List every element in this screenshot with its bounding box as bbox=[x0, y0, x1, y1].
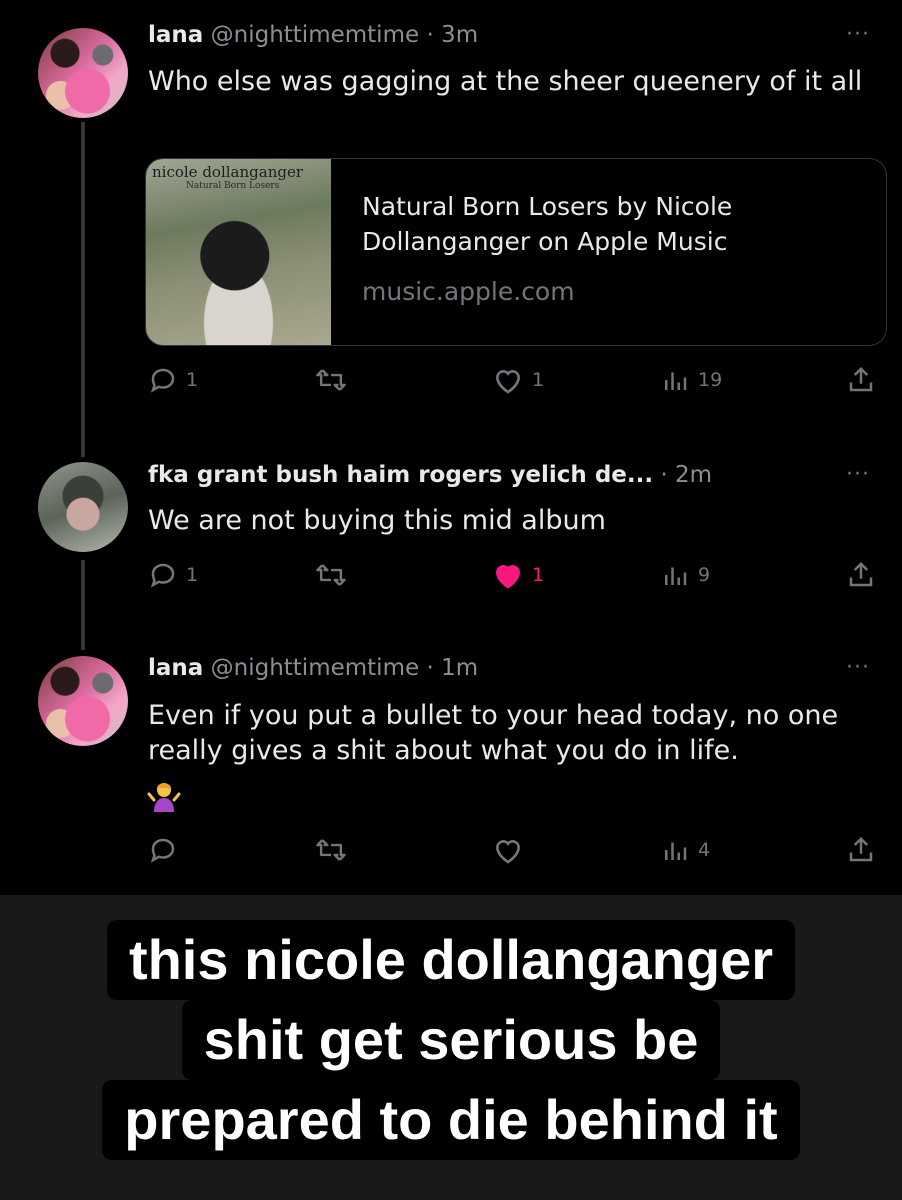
repost-icon bbox=[316, 564, 346, 586]
thumbnail-title: nicole dollanganger bbox=[152, 163, 304, 181]
post-text: Even if you put a bullet to your head to… bbox=[148, 700, 839, 766]
avatar[interactable] bbox=[38, 656, 128, 746]
like-button[interactable] bbox=[492, 835, 524, 865]
timeline: lana @nighttimemtime · 3m ··· Who else w… bbox=[0, 0, 902, 895]
caption-line: prepared to die behind it bbox=[102, 1080, 800, 1160]
card-domain: music.apple.com bbox=[362, 277, 575, 306]
caption-line: shit get serious be bbox=[181, 1000, 721, 1080]
view-count: 9 bbox=[698, 564, 711, 586]
more-options-icon[interactable]: ··· bbox=[846, 22, 870, 47]
share-icon bbox=[849, 561, 873, 587]
views-button[interactable]: 4 bbox=[660, 835, 710, 865]
repost-button[interactable] bbox=[315, 835, 347, 865]
views-icon bbox=[665, 842, 687, 860]
reply-count: 1 bbox=[186, 369, 199, 391]
reply-button[interactable]: 1 bbox=[148, 365, 198, 395]
display-name[interactable]: fka grant bush haim rogers yelich de... bbox=[148, 462, 653, 488]
heart-filled-icon bbox=[495, 565, 521, 589]
handle[interactable]: @nighttimemtime bbox=[211, 655, 420, 681]
view-count: 4 bbox=[698, 839, 711, 861]
album-thumbnail: nicole dollanganger Natural Born Losers bbox=[146, 159, 331, 345]
link-card[interactable]: nicole dollanganger Natural Born Losers … bbox=[145, 158, 887, 346]
reply-icon bbox=[150, 563, 175, 588]
more-options-icon[interactable]: ··· bbox=[846, 462, 870, 487]
reply-icon bbox=[150, 368, 175, 393]
reply-count: 1 bbox=[186, 564, 199, 586]
like-button[interactable]: 1 bbox=[492, 365, 544, 395]
timestamp[interactable]: · 3m bbox=[426, 22, 478, 48]
timestamp[interactable]: · 1m bbox=[426, 655, 478, 681]
repost-icon bbox=[316, 839, 346, 861]
post-header: lana @nighttimemtime · 3m bbox=[148, 22, 478, 48]
thread-connector bbox=[81, 560, 85, 650]
reply-icon bbox=[150, 838, 175, 863]
share-button[interactable] bbox=[846, 560, 876, 590]
like-count: 1 bbox=[532, 564, 545, 586]
timestamp[interactable]: · 2m bbox=[660, 462, 712, 488]
handle[interactable]: @nighttimemtime bbox=[211, 22, 420, 48]
views-icon bbox=[665, 567, 687, 585]
views-button[interactable]: 9 bbox=[660, 560, 710, 590]
display-name[interactable]: lana bbox=[148, 22, 203, 48]
share-button[interactable] bbox=[846, 835, 876, 865]
reply-button[interactable] bbox=[148, 835, 186, 865]
repost-button[interactable] bbox=[315, 560, 347, 590]
avatar[interactable] bbox=[38, 462, 128, 552]
repost-icon bbox=[316, 369, 346, 391]
share-button[interactable] bbox=[846, 365, 876, 395]
meme-caption: this nicole dollanganger shit get seriou… bbox=[0, 920, 902, 1160]
post-header: fka grant bush haim rogers yelich de... … bbox=[148, 462, 712, 488]
post-text: Who else was gagging at the sheer queene… bbox=[148, 66, 863, 97]
card-title: Natural Born Losers by Nicole Dollangang… bbox=[362, 192, 733, 256]
woman-shrugging-emoji-icon bbox=[147, 783, 181, 812]
repost-button[interactable] bbox=[315, 365, 347, 395]
heart-icon bbox=[495, 840, 521, 864]
views-icon bbox=[665, 372, 687, 390]
views-button[interactable]: 19 bbox=[660, 365, 722, 395]
post-header: lana @nighttimemtime · 1m bbox=[148, 655, 478, 681]
thread-connector bbox=[81, 122, 85, 457]
like-button[interactable]: 1 bbox=[492, 560, 544, 590]
view-count: 19 bbox=[698, 369, 723, 391]
reply-button[interactable]: 1 bbox=[148, 560, 198, 590]
share-icon bbox=[849, 366, 873, 392]
thumbnail-subtitle: Natural Born Losers bbox=[186, 181, 280, 191]
heart-icon bbox=[495, 370, 521, 394]
caption-line: this nicole dollanganger bbox=[106, 920, 796, 1000]
post-text: We are not buying this mid album bbox=[148, 505, 606, 536]
like-count: 1 bbox=[532, 369, 545, 391]
more-options-icon[interactable]: ··· bbox=[846, 655, 870, 680]
display-name[interactable]: lana bbox=[148, 655, 203, 681]
avatar[interactable] bbox=[38, 28, 128, 118]
share-icon bbox=[849, 836, 873, 862]
